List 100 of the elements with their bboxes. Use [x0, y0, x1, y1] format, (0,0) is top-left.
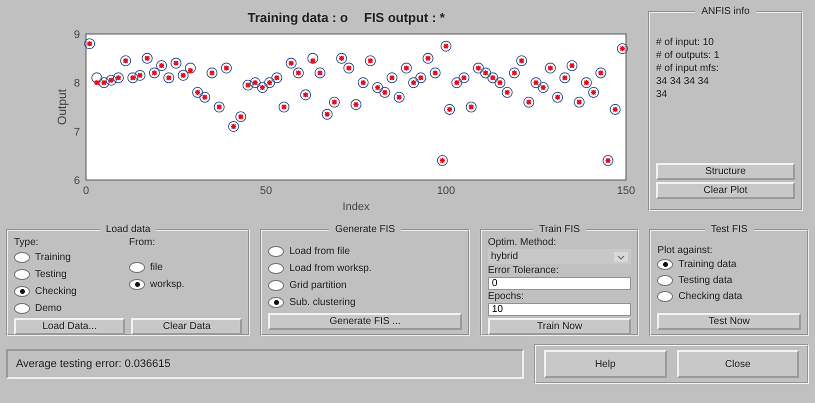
fis-output-point: [238, 114, 244, 120]
training-data-point: [430, 68, 441, 78]
radio-button[interactable]: Testing data: [657, 273, 801, 288]
radio-button[interactable]: Sub. clustering: [268, 295, 462, 310]
x-tick-label: 100: [436, 185, 456, 197]
training-data-point: [134, 70, 146, 81]
x-tick-label: 150: [616, 185, 636, 197]
training-data-point: [264, 77, 275, 88]
training-data-point: [343, 62, 354, 74]
radio-button[interactable]: Testing: [14, 267, 109, 282]
fis-output-point: [122, 58, 129, 64]
training-data-point: [235, 111, 246, 122]
training-data-point: [156, 60, 167, 72]
frame-title: Train FIS: [538, 224, 581, 235]
fis-output-point: [598, 70, 604, 76]
training-data-point: [329, 96, 340, 108]
fis-output-point: [367, 58, 374, 64]
plot-against-label: Plot against:: [657, 245, 714, 256]
frame-title: ANFIS info: [700, 6, 751, 17]
training-data-point: [170, 58, 182, 69]
radio-button[interactable]: Load from file: [268, 244, 462, 259]
y-axis-label: Output: [55, 88, 69, 126]
method-label: Optim. Method:: [488, 237, 558, 248]
tolerance-field[interactable]: 0: [488, 277, 632, 290]
help-button[interactable]: Help: [544, 350, 666, 378]
fis-output-point: [612, 106, 618, 113]
training-data-point: [451, 77, 462, 88]
fis-output-point: [388, 74, 396, 81]
fis-output-point: [526, 98, 532, 106]
fis-output-point: [504, 89, 510, 96]
epochs-field[interactable]: 10: [488, 303, 632, 316]
training-data-point: [466, 102, 477, 112]
fis-output-point: [396, 94, 402, 100]
fis-output-point: [562, 74, 568, 81]
fis-output-point: [554, 94, 561, 100]
fis-output-point: [576, 98, 582, 106]
radio-button[interactable]: Training data: [657, 257, 801, 272]
radio-button[interactable]: Load from worksp.: [268, 261, 462, 276]
fis-output-point: [172, 60, 180, 66]
training-data-point: [365, 55, 376, 66]
x-axis-label: Index: [342, 201, 370, 213]
training-data-point: [98, 77, 110, 88]
training-data-point: [415, 72, 426, 84]
training-data-point: [516, 55, 527, 66]
radio-button[interactable]: Demo: [14, 301, 109, 316]
training-data-point: [84, 38, 95, 50]
training-data-point: [300, 89, 311, 100]
fis-output-point: [302, 92, 309, 98]
from-label: From:: [129, 237, 156, 248]
y-tick-label: 9: [74, 29, 80, 41]
radio-button[interactable]: Checking: [14, 284, 109, 299]
training-data-point: [538, 82, 549, 93]
generate-fis-button[interactable]: Generate FIS ...: [268, 313, 462, 330]
fis-output-point: [331, 98, 338, 106]
training-data-point: [394, 92, 405, 103]
training-data-point: [250, 77, 261, 88]
radio-button[interactable]: file: [129, 260, 184, 275]
training-data-point: [336, 52, 347, 64]
fis-output-point: [86, 40, 93, 47]
type-label: Type:: [14, 237, 40, 248]
training-data-point: [440, 40, 452, 52]
fis-output-point: [432, 70, 438, 76]
fis-output-point: [310, 58, 316, 64]
fis-output-point: [288, 60, 294, 66]
training-data-point: [271, 72, 282, 84]
training-data-point: [113, 72, 124, 84]
training-data-point: [581, 77, 592, 88]
info-text: # of input: 10: [656, 37, 715, 48]
fis-output-point: [216, 104, 222, 110]
training-data-point: [127, 72, 138, 84]
training-data-point: [178, 70, 189, 81]
radio-button[interactable]: worksp.: [129, 277, 184, 292]
frame-title: Test FIS: [710, 224, 749, 235]
method-dropdown[interactable]: hybrid: [488, 249, 632, 264]
fis-output-point: [166, 74, 172, 81]
fis-output-point: [144, 55, 150, 62]
y-tick-label: 7: [74, 126, 80, 138]
training-data-point: [566, 60, 578, 72]
training-data-point: [120, 55, 131, 66]
training-data-point: [322, 108, 333, 120]
training-data-point: [358, 77, 369, 88]
caret-icon: [614, 252, 628, 262]
structure-button[interactable]: Structure: [656, 163, 795, 180]
training-data-point: [595, 68, 606, 78]
radio-button[interactable]: Grid partition: [268, 278, 462, 293]
info-text: 34: [656, 89, 668, 100]
y-tick-label: 8: [74, 78, 80, 90]
test-now-button[interactable]: Test Now: [657, 313, 801, 330]
training-data-point: [286, 58, 297, 69]
info-text: 34 34 34 34: [656, 76, 710, 87]
clear-data-button[interactable]: Clear Data: [131, 318, 242, 335]
training-data-point: [559, 72, 570, 84]
train-now-button[interactable]: Train Now: [488, 318, 632, 335]
training-data-point: [106, 74, 117, 86]
close-button[interactable]: Close: [676, 350, 799, 378]
training-data-point: [214, 102, 225, 112]
clear-plot-button[interactable]: Clear Plot: [656, 182, 795, 199]
load-data-button[interactable]: Load Data...: [14, 318, 126, 335]
radio-button[interactable]: Training: [14, 250, 109, 265]
radio-button[interactable]: Checking data: [657, 289, 801, 304]
